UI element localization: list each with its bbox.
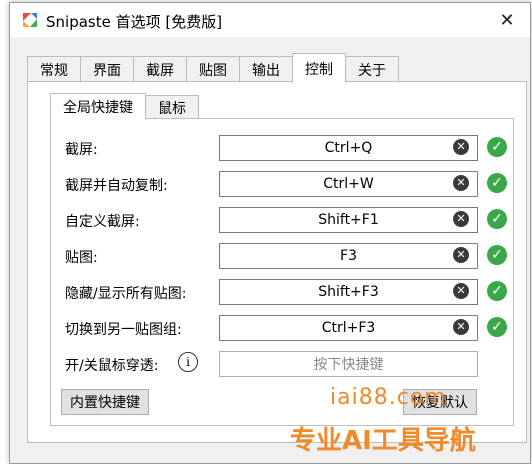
clear-icon[interactable]: ✕ — [453, 247, 469, 263]
hotkey-row-switch-group: 切换到另一贴图组: Ctrl+F3 ✕ ✓ — [65, 315, 507, 341]
watermark-url: iai88.com — [330, 385, 447, 410]
hotkey-row-snip-copy: 截屏并自动复制: Ctrl+W ✕ ✓ — [65, 171, 507, 197]
hotkey-field[interactable]: Ctrl+Q ✕ — [219, 135, 478, 161]
hotkey-value: Ctrl+F3 — [321, 320, 376, 336]
hotkeys-panel: 截屏: Ctrl+Q ✕ ✓ 截屏并自动复制: Ctrl+W ✕ ✓ 自定义截屏… — [50, 118, 514, 426]
clear-icon[interactable]: ✕ — [453, 319, 469, 335]
window-title: Snipaste 首选项 [免费版] — [46, 13, 223, 31]
control-panel: 全局快捷键 鼠标 截屏: Ctrl+Q ✕ ✓ 截屏并自动复制: Ctrl+W … — [27, 81, 527, 443]
info-icon[interactable]: i — [178, 352, 198, 372]
clear-icon[interactable]: ✕ — [453, 139, 469, 155]
builtin-hotkeys-button[interactable]: 内置快捷键 — [61, 389, 149, 415]
check-icon: ✓ — [487, 317, 507, 337]
tab-about[interactable]: 关于 — [345, 56, 399, 83]
hotkey-label: 截屏并自动复制: — [65, 178, 168, 194]
snipaste-icon — [23, 13, 37, 27]
hotkey-value: Ctrl+Q — [324, 140, 373, 156]
hotkey-placeholder: 按下快捷键 — [313, 357, 384, 373]
hotkey-label: 截屏: — [65, 142, 98, 158]
subtab-global-hotkeys[interactable]: 全局快捷键 — [50, 93, 146, 120]
sub-tabs: 全局快捷键 鼠标 — [50, 93, 199, 120]
main-tabs: 常规 界面 截屏 贴图 输出 控制 关于 — [27, 53, 399, 83]
hotkey-field-empty[interactable]: 按下快捷键 — [219, 351, 478, 377]
check-icon: ✓ — [487, 137, 507, 157]
check-icon: ✓ — [487, 281, 507, 301]
check-icon: ✓ — [487, 245, 507, 265]
hotkey-label: 隐藏/显示所有贴图: — [65, 286, 187, 302]
hotkey-field[interactable]: Shift+F1 ✕ — [219, 207, 478, 233]
preferences-window: Snipaste 首选项 [免费版] ✕ 常规 界面 截屏 贴图 输出 控制 关… — [9, 2, 531, 464]
tab-paste[interactable]: 贴图 — [186, 56, 240, 83]
hotkey-label: 开/关鼠标穿透: — [65, 358, 159, 374]
close-button[interactable]: ✕ — [490, 7, 524, 33]
title-bar: Snipaste 首选项 [免费版] ✕ — [10, 3, 530, 37]
hotkey-row-snip: 截屏: Ctrl+Q ✕ ✓ — [65, 135, 507, 161]
hotkey-field[interactable]: F3 ✕ — [219, 243, 478, 269]
tab-interface[interactable]: 界面 — [80, 56, 134, 83]
hotkey-row-paste: 贴图: F3 ✕ ✓ — [65, 243, 507, 269]
hotkey-row-custom-snip: 自定义截屏: Shift+F1 ✕ ✓ — [65, 207, 507, 233]
tab-control[interactable]: 控制 — [292, 53, 346, 83]
hotkey-field[interactable]: Shift+F3 ✕ — [219, 279, 478, 305]
hotkey-row-mouse-passthrough: 开/关鼠标穿透: i 按下快捷键 — [65, 351, 505, 377]
hotkey-field[interactable]: Ctrl+W ✕ — [219, 171, 478, 197]
hotkey-value: Shift+F1 — [318, 212, 379, 228]
hotkey-value: Ctrl+W — [323, 176, 374, 192]
subtab-mouse[interactable]: 鼠标 — [145, 95, 199, 120]
clear-icon[interactable]: ✕ — [453, 175, 469, 191]
watermark-slogan: 专业AI工具导航 — [290, 426, 476, 456]
hotkey-value: Shift+F3 — [318, 284, 379, 300]
hotkey-value: F3 — [340, 248, 357, 264]
hotkey-label: 贴图: — [65, 250, 98, 266]
hotkey-field[interactable]: Ctrl+F3 ✕ — [219, 315, 478, 341]
tab-snip[interactable]: 截屏 — [133, 56, 187, 83]
hotkey-row-toggle-pastes: 隐藏/显示所有贴图: Shift+F3 ✕ ✓ — [65, 279, 507, 305]
check-icon: ✓ — [487, 209, 507, 229]
clear-icon[interactable]: ✕ — [453, 211, 469, 227]
close-icon: ✕ — [499, 9, 515, 31]
tab-general[interactable]: 常规 — [27, 56, 81, 83]
hotkey-label: 自定义截屏: — [65, 214, 140, 230]
tab-output[interactable]: 输出 — [239, 56, 293, 83]
hotkey-label: 切换到另一贴图组: — [65, 322, 182, 338]
clear-icon[interactable]: ✕ — [453, 283, 469, 299]
check-icon: ✓ — [487, 173, 507, 193]
